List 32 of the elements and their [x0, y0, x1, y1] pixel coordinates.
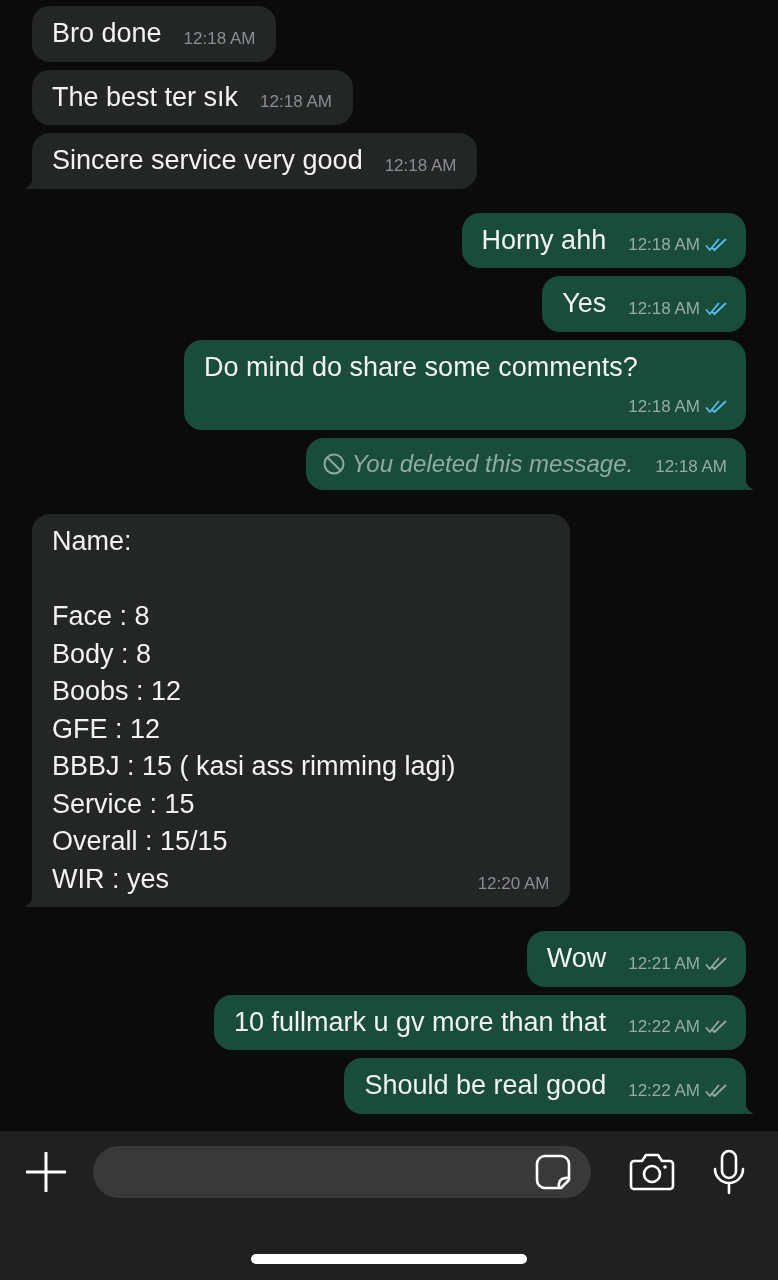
message-time: 12:22 AM: [628, 1079, 700, 1102]
camera-button[interactable]: [629, 1153, 675, 1191]
message-text: Wow: [546, 942, 607, 975]
message-time: 12:18 AM: [183, 27, 256, 50]
message-time: 12:18 AM: [260, 91, 332, 113]
camera-icon: [629, 1153, 675, 1191]
message-text: Should be real good: [364, 1069, 607, 1102]
message-text: Yes: [562, 287, 607, 320]
message-time: 12:18 AM: [384, 154, 457, 177]
message-time: 12:18 AM: [628, 234, 700, 256]
message-time: 12:20 AM: [477, 873, 550, 895]
deleted-message-text: You deleted this message.: [351, 449, 634, 479]
message-text: Bro done: [52, 17, 162, 50]
message-text: Sincere service very good: [52, 144, 363, 177]
message-time: 12:18 AM: [628, 396, 700, 418]
plus-icon: [26, 1152, 66, 1192]
attach-button[interactable]: [26, 1152, 66, 1192]
message-text: 10 fullmark u gv more than that: [234, 1005, 607, 1039]
message-text: Horny ahh: [481, 223, 607, 257]
sticker-icon: [535, 1154, 571, 1190]
message-time: 12:18 AM: [655, 456, 727, 478]
ban-icon: [322, 453, 345, 475]
message-text: Do mind do share some comments?: [204, 350, 638, 384]
microphone-button[interactable]: [713, 1149, 745, 1195]
message-time: 12:21 AM: [628, 952, 700, 975]
message-time: 12:22 AM: [628, 1016, 700, 1038]
message-time: 12:18 AM: [628, 297, 700, 320]
message-text: The best ter sık: [52, 80, 239, 114]
sticker-button[interactable]: [535, 1154, 571, 1190]
message-input-field[interactable]: [93, 1146, 591, 1198]
microphone-icon: [713, 1149, 745, 1195]
message-text: Name: Face : 8 Body : 8 Boobs : 12 GFE : 12 BBBJ : 15 ( kasi ass rimming lagi) Service : 15 Overall : 15/15 WIR : yes: [52, 525, 456, 896]
